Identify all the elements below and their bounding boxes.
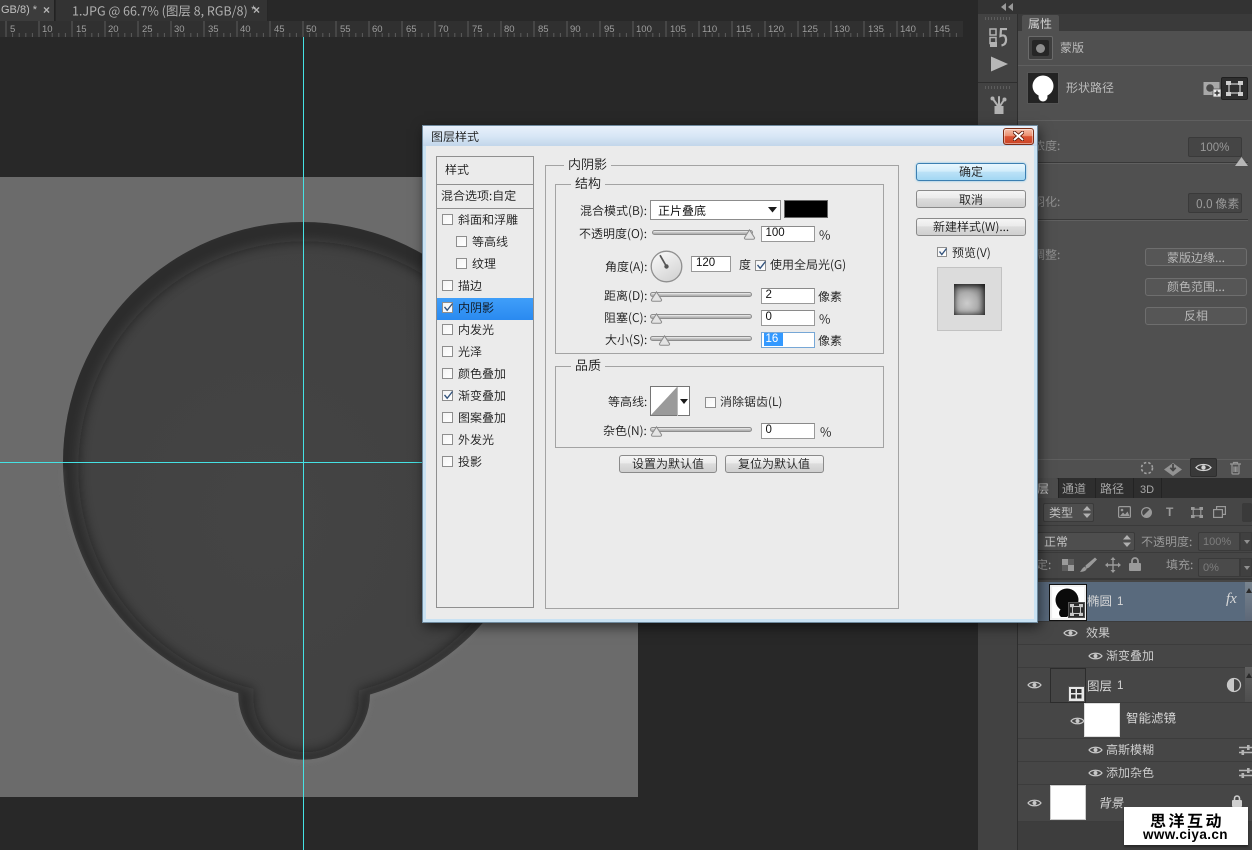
svg-text:20: 20	[108, 24, 119, 35]
svg-text:130: 130	[834, 24, 850, 35]
svg-text:50: 50	[306, 24, 317, 35]
svg-text:80: 80	[504, 24, 515, 35]
svg-text:5: 5	[10, 24, 15, 35]
svg-text:145: 145	[934, 24, 950, 35]
svg-text:15: 15	[76, 24, 87, 35]
svg-text:45: 45	[274, 24, 285, 35]
svg-text:55: 55	[340, 24, 351, 35]
svg-text:65: 65	[406, 24, 417, 35]
svg-text:90: 90	[570, 24, 581, 35]
svg-text:70: 70	[438, 24, 449, 35]
svg-text:40: 40	[240, 24, 251, 35]
svg-text:115: 115	[736, 24, 751, 35]
svg-text:105: 105	[670, 24, 686, 35]
svg-text:10: 10	[42, 24, 53, 35]
svg-text:95: 95	[604, 24, 615, 35]
svg-text:25: 25	[142, 24, 153, 35]
svg-text:125: 125	[802, 24, 818, 35]
svg-text:135: 135	[868, 24, 884, 35]
svg-text:30: 30	[174, 24, 185, 35]
svg-text:75: 75	[472, 24, 483, 35]
svg-text:120: 120	[768, 24, 784, 35]
svg-text:110: 110	[702, 24, 717, 35]
svg-text:140: 140	[900, 24, 916, 35]
svg-text:60: 60	[372, 24, 383, 35]
svg-text:85: 85	[538, 24, 549, 35]
svg-text:35: 35	[208, 24, 219, 35]
svg-text:100: 100	[636, 24, 652, 35]
